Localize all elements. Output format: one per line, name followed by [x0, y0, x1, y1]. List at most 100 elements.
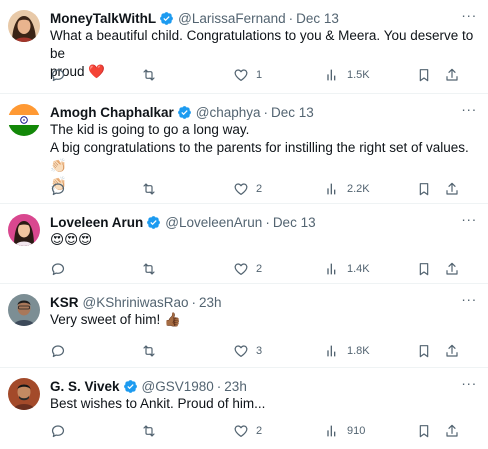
more-options-icon[interactable]: ···: [460, 8, 478, 27]
tweet[interactable]: KSR @KShriniwasRao · 23h ··· Very sweet …: [0, 284, 488, 368]
heart-icon: [234, 345, 248, 357]
author-handle[interactable]: @chaphya: [196, 105, 261, 120]
timestamp[interactable]: 23h: [224, 379, 247, 394]
tweet-text: 😍😍😍: [50, 231, 478, 249]
like-count: 3: [256, 345, 263, 357]
tweet-text-line: The kid is going to go a long way.: [50, 122, 250, 137]
author-handle[interactable]: @GSV1980: [142, 379, 214, 394]
share-button[interactable]: [444, 260, 460, 278]
tweet-actions: 1 1.5K: [50, 66, 470, 84]
retweet-button[interactable]: [141, 422, 164, 440]
tweet-header: Loveleen Arun @LoveleenArun · Dec 13: [50, 213, 478, 231]
more-options-icon[interactable]: ···: [460, 292, 478, 311]
more-options-icon[interactable]: ···: [460, 376, 478, 395]
author-name[interactable]: MoneyTalkWithL: [50, 11, 156, 26]
timestamp[interactable]: 23h: [199, 295, 222, 310]
share-button[interactable]: [444, 66, 460, 84]
author-name[interactable]: KSR: [50, 295, 79, 310]
avatar[interactable]: [8, 10, 40, 42]
like-button[interactable]: 3: [233, 342, 262, 360]
retweet-button[interactable]: [141, 260, 164, 278]
like-count: 2: [256, 263, 263, 275]
separator: ·: [263, 104, 269, 120]
timestamp[interactable]: Dec 13: [296, 11, 339, 26]
avatar[interactable]: [8, 104, 40, 136]
bookmark-button[interactable]: [416, 180, 432, 198]
retweet-icon: [143, 345, 155, 357]
bookmark-button[interactable]: [416, 66, 432, 84]
avatar[interactable]: [8, 294, 40, 326]
view-count: 1.5K: [347, 69, 370, 81]
separator: ·: [265, 214, 270, 230]
reply-button[interactable]: [50, 342, 73, 360]
more-options-icon[interactable]: ···: [460, 102, 478, 121]
views-button[interactable]: 1.8K: [324, 342, 370, 360]
more-options-icon[interactable]: ···: [460, 212, 478, 231]
views-button[interactable]: 2.2K: [324, 180, 370, 198]
retweet-button[interactable]: [141, 66, 164, 84]
views-button[interactable]: 910: [324, 422, 365, 440]
tweet[interactable]: Loveleen Arun @LoveleenArun · Dec 13 ···…: [0, 204, 488, 284]
share-icon: [446, 262, 458, 275]
author-handle[interactable]: @LoveleenArun: [165, 215, 262, 230]
author-handle[interactable]: @LarissaFernand: [178, 11, 286, 26]
tweet[interactable]: MoneyTalkWithL @LarissaFernand · Dec 13 …: [0, 0, 488, 94]
tweet-actions: 3 1.8K: [50, 342, 470, 360]
like-button[interactable]: 2: [233, 260, 262, 278]
tweet[interactable]: Amogh Chaphalkar @chaphya · Dec 13 ··· T…: [0, 94, 488, 204]
share-button[interactable]: [444, 342, 460, 360]
view-count: 1.4K: [347, 263, 370, 275]
tweet-header: KSR @KShriniwasRao · 23h: [50, 293, 478, 311]
author-name[interactable]: Loveleen Arun: [50, 215, 143, 230]
verified-badge-icon: [177, 105, 191, 119]
retweet-icon: [143, 183, 155, 195]
heart-icon: [234, 263, 248, 275]
reply-button[interactable]: [50, 422, 73, 440]
reply-icon: [51, 425, 65, 438]
tweet-text-line: A big congratulations to the parents for…: [50, 140, 469, 173]
bookmark-button[interactable]: [416, 342, 432, 360]
verified-badge-icon: [123, 379, 137, 393]
avatar[interactable]: [8, 378, 40, 410]
share-icon: [446, 68, 458, 81]
bookmark-icon: [419, 425, 429, 438]
retweet-button[interactable]: [141, 342, 164, 360]
separator: ·: [216, 378, 222, 394]
tweet-text-line: Best wishes to Ankit. Proud of him...: [50, 396, 266, 411]
tweet-header: Amogh Chaphalkar @chaphya · Dec 13: [50, 103, 478, 121]
views-button[interactable]: 1.5K: [324, 66, 370, 84]
share-button[interactable]: [444, 180, 460, 198]
tweet[interactable]: G. S. Vivek @GSV1980 · 23h ··· Best wish…: [0, 368, 488, 449]
timestamp[interactable]: Dec 13: [273, 215, 316, 230]
reply-button[interactable]: [50, 66, 73, 84]
verified-badge-icon: [160, 11, 174, 25]
views-button[interactable]: 1.4K: [324, 260, 370, 278]
reply-button[interactable]: [50, 180, 73, 198]
analytics-icon: [327, 425, 336, 437]
bookmark-button[interactable]: [416, 422, 432, 440]
author-handle[interactable]: @KShriniwasRao: [83, 295, 189, 310]
timestamp[interactable]: Dec 13: [271, 105, 314, 120]
author-name[interactable]: Amogh Chaphalkar: [50, 105, 174, 120]
heart-icon: [234, 183, 248, 195]
tweet-text-line: Very sweet of him! 👍🏾: [50, 312, 181, 327]
avatar[interactable]: [8, 214, 40, 246]
like-count: 2: [256, 183, 263, 195]
reply-button[interactable]: [50, 260, 73, 278]
woman-portrait-icon: [8, 10, 40, 42]
reply-feed: MoneyTalkWithL @LarissaFernand · Dec 13 …: [0, 0, 488, 449]
author-name[interactable]: G. S. Vivek: [50, 379, 120, 394]
bookmark-button[interactable]: [416, 260, 432, 278]
like-button[interactable]: 2: [233, 180, 262, 198]
like-button[interactable]: 2: [233, 422, 262, 440]
tweet-actions: 2 2.2K: [50, 180, 470, 198]
reply-icon: [51, 69, 65, 82]
analytics-icon: [327, 69, 336, 81]
tweet-actions: 2 1.4K: [50, 260, 470, 278]
retweet-icon: [143, 263, 155, 275]
heart-icon: [234, 69, 248, 81]
like-button[interactable]: 1: [233, 66, 262, 84]
bookmark-icon: [419, 183, 429, 196]
retweet-button[interactable]: [141, 180, 164, 198]
share-button[interactable]: [444, 422, 460, 440]
